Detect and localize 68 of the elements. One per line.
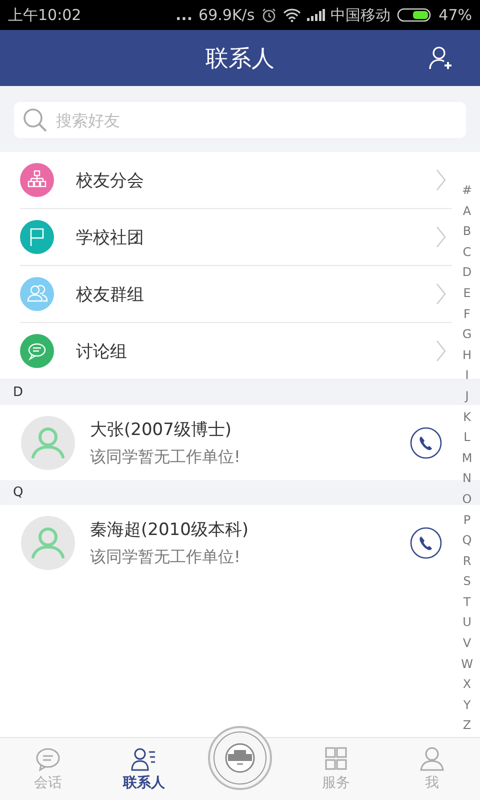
index-letter[interactable]: M (462, 448, 472, 468)
index-letter[interactable]: W (461, 654, 473, 674)
index-letter[interactable]: X (462, 674, 472, 695)
search-field[interactable]: 搜索好友 (14, 102, 466, 138)
index-letter[interactable]: S (463, 571, 471, 592)
index-letter[interactable]: T (463, 592, 471, 612)
signal-icon (306, 9, 325, 21)
menu-label: 学校社团 (76, 226, 145, 248)
battery-percent: 47% (438, 6, 472, 24)
person-icon (418, 746, 446, 772)
index-letter[interactable]: Q (462, 530, 472, 551)
index-letter[interactable]: V (462, 633, 472, 654)
index-letter[interactable]: F (464, 304, 470, 324)
index-letter[interactable]: O (462, 488, 472, 510)
network-speed: 69.9K/s (198, 6, 255, 24)
index-letter[interactable]: C (462, 242, 472, 262)
nav-tab[interactable]: 联系人 (96, 738, 192, 800)
index-letter[interactable]: P (463, 510, 471, 530)
menu-item[interactable]: 学校社团 (20, 209, 452, 266)
search-icon (22, 107, 48, 133)
section-letter: D (13, 385, 24, 400)
contacts-icon (130, 746, 158, 772)
menu-label: 讨论组 (76, 340, 128, 362)
index-letter[interactable]: Y (463, 694, 471, 716)
more-dots: ... (175, 6, 193, 24)
index-letter[interactable]: B (462, 221, 472, 242)
avatar-icon (21, 416, 75, 470)
menu-label: 校友群组 (76, 284, 145, 306)
section-letter: Q (13, 485, 24, 500)
index-letter[interactable]: H (462, 344, 472, 366)
avatar-icon (21, 516, 75, 570)
index-letter[interactable]: D (462, 262, 472, 283)
index-letter[interactable]: J (465, 386, 469, 407)
contact-item[interactable]: 秦海超(2010级本科) 该同学暂无工作单位! (0, 505, 452, 580)
index-letter[interactable]: # (462, 180, 472, 201)
menu-label: 校友分会 (76, 170, 145, 192)
phone-icon[interactable] (410, 526, 442, 558)
page-title: 联系人 (206, 44, 274, 74)
index-letter[interactable]: U (462, 612, 472, 634)
index-letter[interactable]: I (465, 365, 469, 386)
index-letter[interactable]: E (463, 282, 471, 304)
index-letter[interactable]: N (462, 468, 472, 489)
contact-item[interactable]: 大张(2007级博士) 该同学暂无工作单位! (0, 405, 452, 480)
menu-item[interactable]: 校友分会 (20, 152, 452, 209)
index-letter[interactable]: L (464, 427, 470, 448)
battery-icon (396, 7, 433, 23)
chevron-icon (436, 283, 446, 305)
wifi-icon (282, 8, 301, 22)
chat-bubble-icon (34, 746, 62, 772)
chevron-icon (436, 169, 446, 191)
index-letter[interactable]: A (462, 200, 472, 222)
menu-item[interactable]: 校友群组 (20, 266, 452, 323)
index-letter[interactable]: R (462, 550, 472, 572)
chevron-icon (436, 226, 446, 248)
contact-note: 该同学暂无工作单位! (90, 446, 242, 468)
index-letter[interactable]: K (463, 406, 471, 428)
contact-note: 该同学暂无工作单位! (90, 546, 242, 568)
contact-name: 秦海超(2010级本科) (90, 518, 250, 540)
menu-item[interactable]: 讨论组 (20, 323, 452, 379)
chevron-icon (436, 340, 446, 362)
index-letter[interactable]: G (462, 324, 472, 345)
carrier-name: 中国移动 (330, 6, 391, 24)
alarm-icon (260, 7, 277, 23)
contact-name: 大张(2007级博士) (90, 418, 233, 440)
add-contact-icon[interactable] (428, 45, 454, 71)
status-time: 上午10:02 (8, 6, 82, 24)
phone-icon[interactable] (410, 426, 442, 458)
index-letter[interactable]: Z (462, 715, 472, 736)
